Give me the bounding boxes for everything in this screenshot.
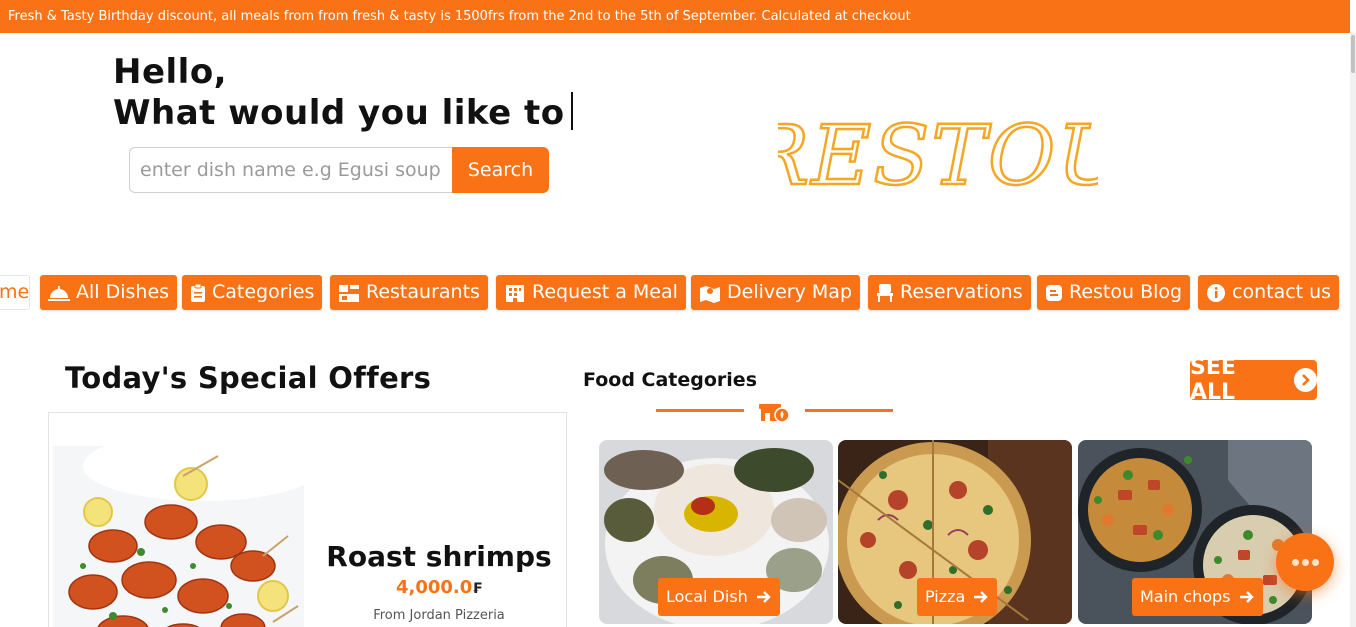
offer-card[interactable]: Roast shrimps 4,000.0₣ From Jordan Pizze… — [48, 412, 567, 627]
nav-label: All Dishes — [76, 281, 170, 303]
scrollbar-thumb[interactable] — [1351, 35, 1355, 73]
offer-price-value: 4,000.0 — [395, 577, 473, 598]
nav-label: Categories — [212, 281, 315, 303]
nav-label: Restaurants — [366, 281, 480, 303]
offer-price: 4,000.0₣ — [319, 577, 559, 598]
dot-icon — [1291, 558, 1299, 566]
nav-restou-blog[interactable]: Restou Blog — [1037, 275, 1191, 310]
info-icon — [1207, 283, 1225, 302]
currency-symbol: ₣ — [472, 581, 483, 597]
arrow-right-icon — [1239, 591, 1254, 603]
chat-fab-button[interactable] — [1276, 533, 1334, 591]
nav-label: Restou Blog — [1069, 281, 1183, 303]
blog-icon — [1046, 284, 1062, 301]
nav-reservations[interactable]: Reservations — [868, 275, 1031, 310]
section-divider-right — [805, 409, 893, 412]
food-categories-title: Food Categories — [583, 369, 757, 391]
hero-greeting: Hello, — [113, 52, 228, 92]
dot-icon — [1301, 558, 1309, 566]
map-icon — [700, 285, 720, 303]
arrow-right-icon — [974, 591, 989, 603]
clipboard-icon — [191, 283, 205, 302]
restou-logo: RESTOU — [778, 108, 1098, 204]
search-form: Search — [129, 147, 549, 193]
roast-shrimps-image — [53, 446, 304, 627]
section-divider-left — [656, 409, 744, 412]
category-card-local-dish[interactable]: Local Dish — [599, 440, 833, 624]
svg-text:RESTOU: RESTOU — [778, 109, 1098, 204]
search-input[interactable] — [129, 147, 452, 193]
category-button-local-dish[interactable]: Local Dish — [658, 578, 780, 616]
dot-icon — [1311, 558, 1319, 566]
page-scrollbar[interactable] — [1350, 33, 1356, 627]
nav-all-dishes[interactable]: All Dishes — [40, 275, 178, 310]
see-all-button[interactable]: SEE ALL — [1190, 355, 1317, 405]
category-label: Main chops — [1140, 587, 1231, 606]
arrow-right-icon — [756, 591, 771, 603]
offer-name: Roast shrimps — [326, 540, 552, 573]
nav-label: Request a Meal — [532, 281, 678, 303]
nav-label: Reservations — [900, 281, 1023, 303]
nav-categories[interactable]: Categories — [182, 275, 323, 310]
food-store-icon — [759, 404, 790, 423]
main-nav: me All Dishes Categories Restaurants Req… — [0, 275, 1356, 311]
nav-label: contact us — [1232, 281, 1332, 303]
special-offers-title: Today's Special Offers — [65, 361, 432, 395]
category-button-main-chops[interactable]: Main chops — [1132, 578, 1263, 616]
hero-heading: Hello, What would you like to — [113, 52, 573, 133]
store-icon — [339, 284, 359, 302]
nav-request-meal[interactable]: Request a Meal — [496, 275, 686, 310]
nav-delivery-map[interactable]: Delivery Map — [691, 275, 861, 310]
category-button-pizza[interactable]: Pizza — [917, 578, 998, 616]
building-icon — [506, 284, 524, 302]
typing-caret — [570, 92, 573, 130]
nav-home[interactable]: me — [0, 275, 30, 310]
category-card-main-chops[interactable]: Main chops — [1078, 440, 1312, 624]
category-card-pizza[interactable]: Pizza — [838, 440, 1072, 624]
see-all-label: SEE ALL — [1190, 355, 1236, 405]
announcement-bar: Fresh & Tasty Birthday discount, all mea… — [0, 0, 1350, 33]
category-label: Local Dish — [666, 587, 748, 606]
cloche-icon — [48, 285, 70, 301]
category-label: Pizza — [925, 587, 966, 606]
chair-icon — [877, 283, 893, 302]
nav-label: Delivery Map — [727, 281, 853, 303]
nav-contact-us[interactable]: contact us — [1198, 275, 1340, 310]
hero-question: What would you like to — [113, 93, 565, 133]
nav-restaurants[interactable]: Restaurants — [330, 275, 488, 310]
offer-restaurant: From Jordan Pizzeria — [373, 608, 505, 623]
chevron-right-icon — [1293, 368, 1317, 392]
search-button[interactable]: Search — [452, 147, 549, 193]
